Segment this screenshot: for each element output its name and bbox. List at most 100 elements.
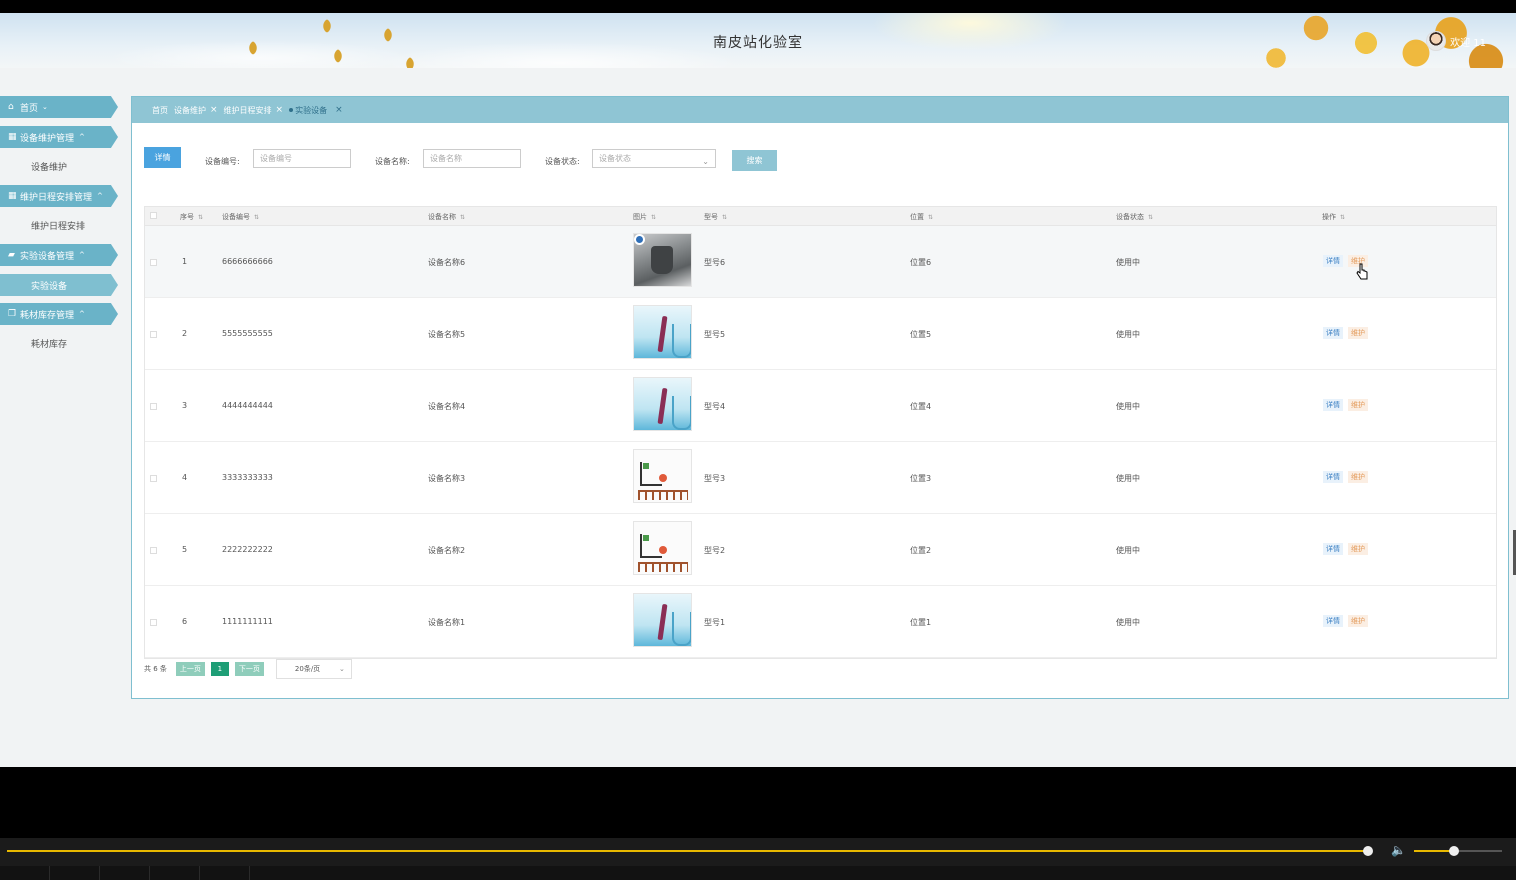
sort-icon: ⇅ (1148, 214, 1154, 221)
row-detail-button[interactable]: 详情 (1323, 399, 1343, 411)
current-page-button[interactable]: 1 (210, 662, 229, 676)
cell-name: 设备名称1 (428, 618, 466, 627)
row-checkbox[interactable] (150, 547, 157, 554)
row-checkbox[interactable] (150, 403, 157, 410)
sidebar-group-label: 维护日程安排管理 (20, 192, 93, 203)
column-header[interactable]: 设备名称 ⇅ (428, 212, 465, 222)
volume-knob[interactable] (1449, 846, 1459, 856)
tab-label: 实验设备 (295, 105, 328, 115)
sidebar-item-lab-equipment[interactable]: 实验设备 (0, 274, 118, 296)
select-all-checkbox[interactable] (150, 212, 157, 219)
table-row[interactable]: 5 2222222222 设备名称2 型号2 位置2 使用中 详情 维护 (145, 514, 1496, 586)
column-header[interactable]: 型号 ⇅ (704, 212, 727, 222)
sidebar-group-header[interactable]: ▦ 设备维护管理 ^ (0, 126, 118, 148)
name-input[interactable]: 设备名称 (423, 149, 521, 168)
tab-lab-equipment[interactable]: 实验设备 × (289, 105, 343, 116)
equipment-thumbnail[interactable] (633, 593, 692, 647)
row-checkbox[interactable] (150, 259, 157, 266)
equipment-thumbnail[interactable] (633, 305, 692, 359)
cell-status: 使用中 (1116, 258, 1140, 267)
row-actions: 详情 维护 (1323, 471, 1368, 483)
welcome-text: 欢迎 11 (1450, 37, 1486, 49)
column-header[interactable]: 位置 ⇅ (910, 212, 933, 222)
tab-label: 首页 (152, 105, 168, 115)
user-menu[interactable]: 欢迎 11 (1426, 30, 1486, 52)
tab-device-maintenance[interactable]: 设备维护 × (174, 105, 218, 116)
progress-bar[interactable] (7, 850, 1372, 852)
sidebar-group-header[interactable]: ▦ 维护日程安排管理 ^ (0, 185, 118, 207)
column-header[interactable]: 设备状态 ⇅ (1116, 212, 1153, 222)
progress-knob[interactable] (1363, 846, 1373, 856)
row-detail-button[interactable]: 详情 (1323, 471, 1343, 483)
video-player-controls: 🔈 (0, 838, 1516, 880)
status-select[interactable]: 设备状态 ⌄ (592, 149, 716, 168)
avatar[interactable] (1426, 31, 1447, 51)
volume-icon[interactable]: 🔈 (1391, 843, 1409, 859)
sidebar-item-inventory[interactable]: 耗材库存 (0, 325, 120, 362)
row-detail-button[interactable]: 详情 (1323, 615, 1343, 627)
equipment-thumbnail[interactable] (633, 449, 692, 503)
tab-home[interactable]: 首页 (152, 105, 168, 116)
sidebar-item-device-maintenance[interactable]: 设备维护 (0, 148, 120, 185)
sidebar-item-home[interactable]: ⌂ 首页 ⌄ (0, 96, 118, 118)
row-checkbox[interactable] (150, 475, 157, 482)
tab-schedule[interactable]: 维护日程安排 × (224, 105, 284, 116)
row-actions: 详情 维护 (1323, 543, 1368, 555)
sidebar-group-header[interactable]: ❐ 耗材库存管理 ^ (0, 303, 118, 325)
cell-idx: 1 (182, 257, 188, 266)
search-button[interactable]: 搜索 (732, 150, 777, 171)
cell-model: 型号1 (704, 618, 726, 627)
cell-location: 位置2 (910, 546, 932, 555)
row-checkbox[interactable] (150, 331, 157, 338)
row-detail-button[interactable]: 详情 (1323, 255, 1343, 267)
column-header[interactable]: 图片 ⇅ (633, 212, 656, 222)
row-detail-button[interactable]: 详情 (1323, 327, 1343, 339)
equipment-thumbnail[interactable] (633, 521, 692, 575)
close-icon[interactable]: × (276, 105, 284, 115)
column-header[interactable]: 设备编号 ⇅ (222, 212, 259, 222)
cell-model: 型号5 (704, 330, 726, 339)
cell-status: 使用中 (1116, 330, 1140, 339)
cell-location: 位置5 (910, 330, 932, 339)
table-row[interactable]: 2 5555555555 设备名称5 型号5 位置5 使用中 详情 维护 (145, 298, 1496, 370)
row-maintain-button[interactable]: 维护 (1348, 399, 1368, 411)
column-header[interactable]: 序号 ⇅ (180, 212, 203, 222)
sidebar-item-label: 首页 (20, 103, 39, 114)
active-dot-icon (289, 108, 294, 112)
sort-icon: ⇅ (460, 214, 466, 221)
cell-code: 4444444444 (222, 401, 273, 410)
prev-page-button[interactable]: 上一页 (175, 662, 205, 676)
table-row[interactable]: 6 1111111111 设备名称1 型号1 位置1 使用中 详情 维护 (145, 586, 1496, 658)
row-detail-button[interactable]: 详情 (1323, 543, 1343, 555)
copy-icon: ❐ (8, 309, 17, 319)
sidebar-group-header[interactable]: ▰ 实验设备管理 ^ (0, 244, 118, 266)
name-label: 设备名称: (375, 157, 410, 166)
row-maintain-button[interactable]: 维护 (1348, 543, 1368, 555)
cell-model: 型号2 (704, 546, 726, 555)
page-size-select[interactable]: 20条/页 ⌄ (275, 659, 352, 679)
equipment-thumbnail[interactable] (633, 377, 692, 431)
sidebar-group-lab-equipment: ▰ 实验设备管理 ^ 实验设备 (0, 244, 120, 296)
next-page-button[interactable]: 下一页 (234, 662, 264, 676)
row-maintain-button[interactable]: 维护 (1348, 327, 1368, 339)
sort-icon: ⇅ (651, 214, 657, 221)
row-maintain-button[interactable]: 维护 (1348, 471, 1368, 483)
sort-icon: ⇅ (722, 214, 728, 221)
equipment-thumbnail[interactable] (633, 233, 692, 287)
table-row[interactable]: 3 4444444444 设备名称4 型号4 位置4 使用中 详情 维护 (145, 370, 1496, 442)
table-row[interactable]: 4 3333333333 设备名称3 型号3 位置3 使用中 详情 维护 (145, 442, 1496, 514)
sidebar: ⌂ 首页 ⌄ ▦ 设备维护管理 ^ 设备维护 ▦ 维护日程安排管理 ^ 维护日程… (0, 96, 120, 362)
code-input[interactable]: 设备编号 (253, 149, 351, 168)
table-row[interactable]: 1 6666666666 设备名称6 型号6 位置6 使用中 详情 维护 (145, 226, 1496, 298)
sidebar-item-schedule[interactable]: 维护日程安排 (0, 207, 120, 244)
volume-fill (1414, 850, 1454, 852)
detail-button[interactable]: 详情 (144, 147, 181, 168)
row-maintain-button[interactable]: 维护 (1348, 615, 1368, 627)
column-header[interactable]: 操作 ⇅ (1322, 212, 1345, 222)
close-icon[interactable]: × (210, 105, 218, 115)
chevron-up-icon: ^ (79, 133, 85, 141)
close-icon[interactable]: × (335, 105, 343, 115)
status-select-value: 设备状态 (599, 154, 631, 163)
bottom-segment (100, 866, 150, 880)
row-checkbox[interactable] (150, 619, 157, 626)
